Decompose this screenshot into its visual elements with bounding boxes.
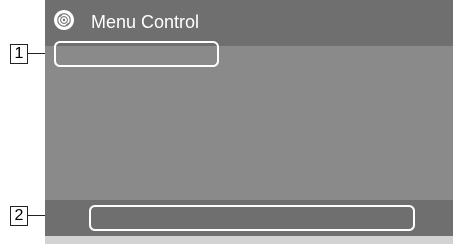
menu-control-screen: Menu Control bbox=[45, 0, 453, 244]
callout-2: 2 bbox=[10, 206, 28, 226]
page-title: Menu Control bbox=[91, 12, 200, 32]
operation-buttons-area[interactable] bbox=[89, 205, 415, 231]
bottom-strip bbox=[45, 236, 453, 244]
disc-icon bbox=[54, 10, 74, 30]
operation-bar bbox=[45, 200, 453, 236]
callout-1: 1 bbox=[10, 44, 28, 64]
info-display-area bbox=[54, 41, 219, 67]
title-bar: Menu Control bbox=[45, 0, 453, 46]
